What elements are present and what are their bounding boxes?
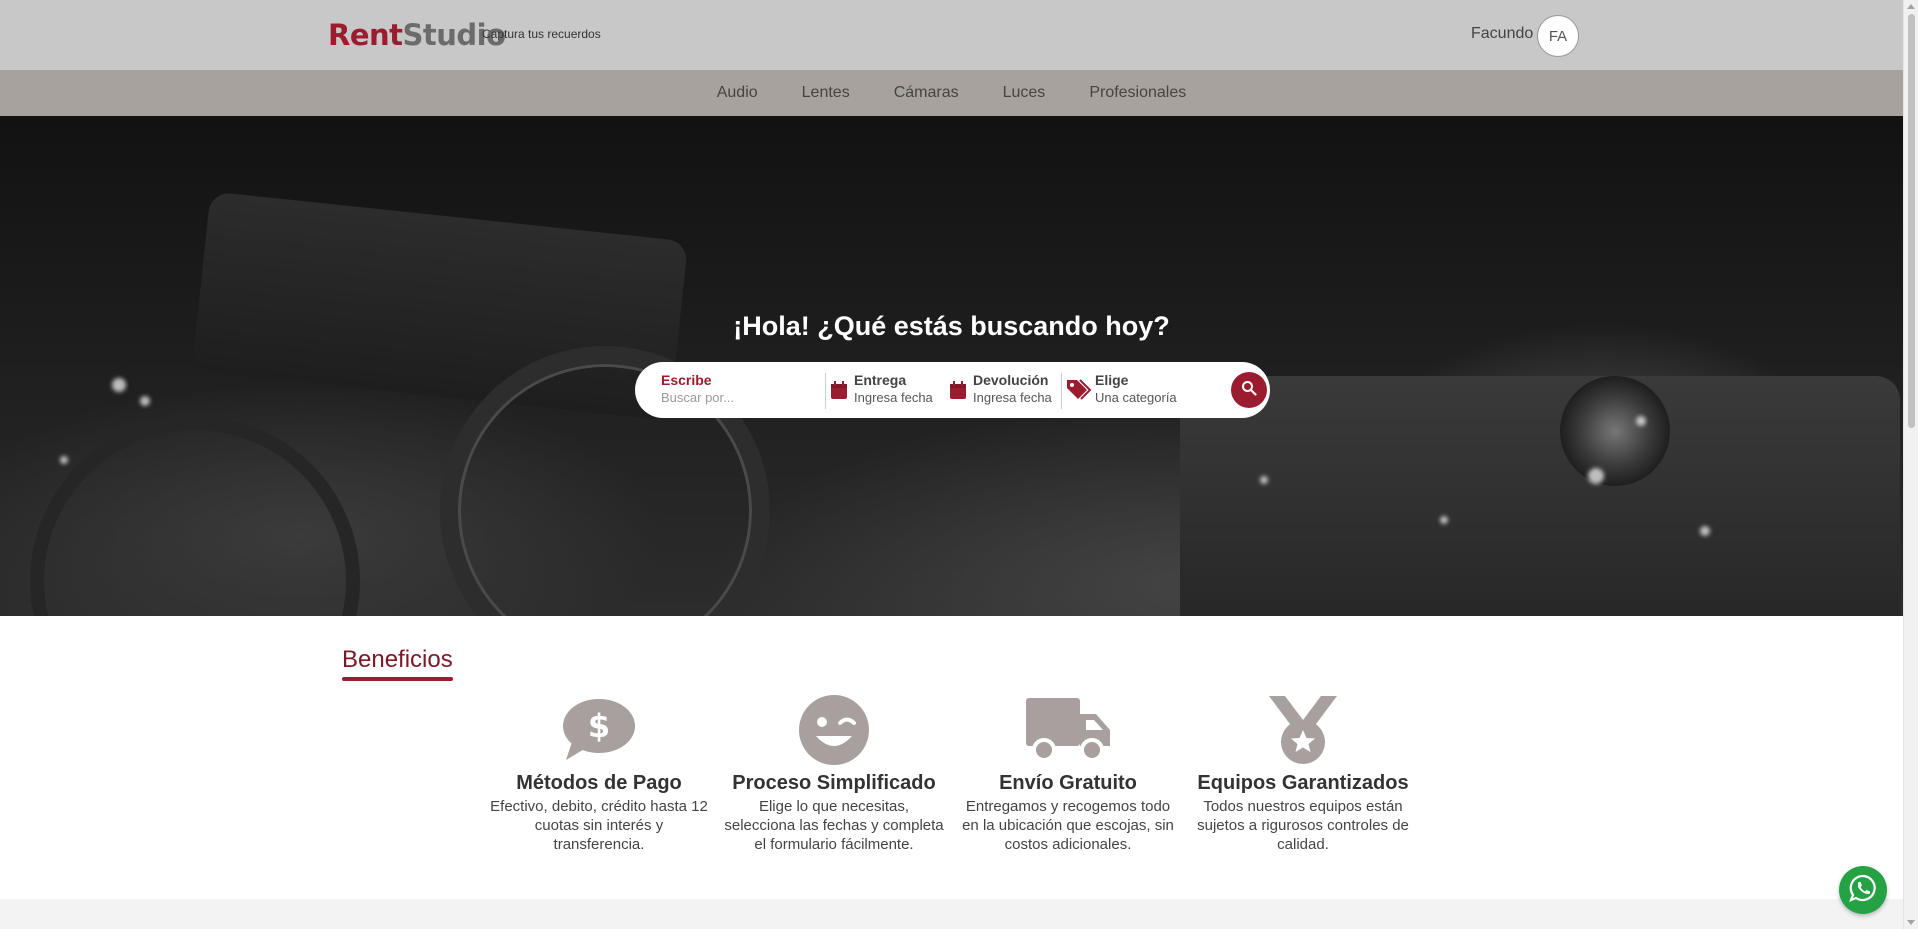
brand-logo[interactable]: RentStudio — [328, 18, 506, 52]
brand-name-part1: Rent — [328, 18, 403, 52]
benefit-name: Métodos de Pago — [516, 772, 682, 794]
scroll-thumb[interactable] — [1908, 14, 1915, 428]
delivery-value: Ingresa fecha — [854, 390, 933, 405]
tag-icon — [1065, 377, 1092, 406]
benefit-description: Entregamos y recogemos todo en la ubicac… — [962, 798, 1174, 853]
search-button[interactable] — [1231, 372, 1267, 408]
benefits-title-underline — [342, 677, 453, 681]
benefit-description: Todos nuestros equipos están sujetos a r… — [1197, 798, 1409, 853]
avatar-initials: FA — [1548, 27, 1568, 45]
hero-background-lens — [30, 416, 360, 616]
nav-item-luces[interactable]: Luces — [1003, 84, 1046, 102]
delivery-label: Entrega — [854, 372, 907, 388]
bokeh-light — [140, 396, 150, 406]
benefit-description: Elige lo que necesitas, selecciona las f… — [724, 798, 944, 853]
category-field[interactable]: Elige Una categoría — [1095, 372, 1177, 406]
search-text-field[interactable]: Escribe — [661, 372, 821, 407]
bokeh-light — [1636, 416, 1646, 426]
search-bar: Escribe Entrega Ingresa fecha Devolución… — [635, 362, 1270, 418]
user-avatar[interactable]: FA — [1537, 15, 1579, 57]
return-date-field[interactable]: Devolución Ingresa fecha — [973, 372, 1052, 406]
search-divider — [1061, 373, 1062, 409]
hero-title: ¡Hola! ¿Qué estás buscando hoy? — [733, 311, 1170, 341]
medal-icon — [1193, 694, 1413, 766]
whatsapp-button[interactable] — [1839, 866, 1887, 914]
benefit-card: Equipos Garantizados Todos nuestros equi… — [1193, 694, 1413, 854]
return-label: Devolución — [973, 372, 1049, 388]
benefits-section: Beneficios $ Métodos de Pago Efectivo, d… — [0, 616, 1903, 899]
calendar-icon — [949, 380, 967, 405]
svg-text:$: $ — [588, 707, 610, 745]
category-nav: Audio Lentes Cámaras Luces Profesionales — [0, 70, 1903, 116]
nav-item-audio[interactable]: Audio — [717, 84, 758, 102]
search-divider — [825, 373, 826, 409]
category-value: Una categoría — [1095, 390, 1177, 405]
search-text-label: Escribe — [661, 372, 712, 388]
nav-item-lentes[interactable]: Lentes — [802, 84, 850, 102]
search-icon — [1241, 380, 1257, 401]
benefit-card: Proceso Simplificado Elige lo que necesi… — [724, 694, 944, 854]
page: RentStudio Captura tus recuerdos Facundo… — [0, 0, 1903, 929]
hero-banner: ¡Hola! ¿Qué estás buscando hoy? Escribe … — [0, 116, 1903, 616]
benefits-title: Beneficios — [342, 646, 453, 673]
bokeh-light — [1440, 516, 1448, 524]
benefit-description: Efectivo, debito, crédito hasta 12 cuota… — [490, 798, 708, 853]
wink-face-icon — [724, 694, 944, 766]
category-label: Elige — [1095, 372, 1129, 388]
benefit-card: Envío Gratuito Entregamos y recogemos to… — [958, 694, 1178, 854]
money-chat-icon: $ — [489, 694, 709, 766]
user-name[interactable]: Facundo — [1471, 25, 1533, 43]
bokeh-light — [1260, 476, 1268, 484]
benefit-card: $ Métodos de Pago Efectivo, debito, créd… — [489, 694, 709, 854]
page-scrollbar[interactable] — [1903, 0, 1918, 929]
benefit-name: Envío Gratuito — [999, 772, 1137, 794]
benefit-name: Equipos Garantizados — [1197, 772, 1409, 794]
bokeh-light — [112, 378, 126, 392]
whatsapp-icon — [1848, 873, 1878, 908]
bokeh-light — [60, 456, 68, 464]
truck-icon — [958, 694, 1178, 766]
scroll-down-arrow-icon[interactable] — [1907, 920, 1915, 925]
hero-background-lens — [1560, 376, 1670, 486]
hero-background-camera — [1180, 376, 1900, 616]
return-value: Ingresa fecha — [973, 390, 1052, 405]
scroll-up-arrow-icon[interactable] — [1907, 4, 1915, 9]
calendar-icon — [830, 380, 848, 405]
bokeh-light — [1700, 526, 1710, 536]
search-input[interactable] — [661, 390, 821, 405]
delivery-date-field[interactable]: Entrega Ingresa fecha — [854, 372, 933, 406]
benefit-name: Proceso Simplificado — [732, 772, 936, 794]
nav-item-profesionales[interactable]: Profesionales — [1089, 84, 1186, 102]
top-header: RentStudio Captura tus recuerdos Facundo… — [0, 0, 1903, 70]
brand-tagline: Captura tus recuerdos — [482, 27, 601, 41]
bokeh-light — [1588, 468, 1604, 484]
next-section-edge — [0, 899, 1903, 929]
nav-item-camaras[interactable]: Cámaras — [894, 84, 959, 102]
